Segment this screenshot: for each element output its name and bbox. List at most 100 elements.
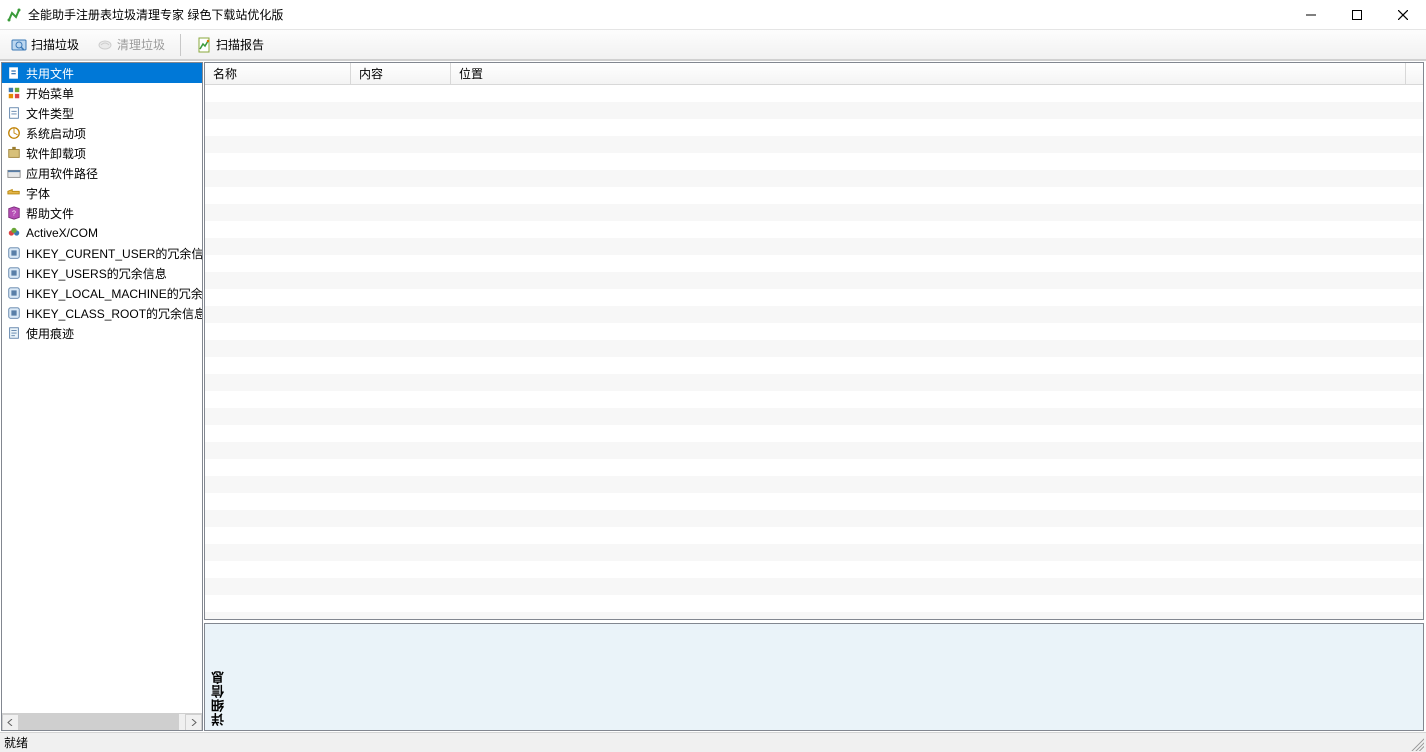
list-row-empty — [205, 459, 1423, 476]
start-menu-icon — [6, 85, 22, 101]
list-body[interactable] — [205, 85, 1423, 619]
sidebar-item-label: 系统启动项 — [26, 125, 86, 142]
sidebar-item-label: HKEY_USERS的冗余信息 — [26, 265, 167, 282]
report-label: 扫描报告 — [216, 36, 264, 53]
registry-key-icon — [6, 245, 22, 261]
app-icon — [6, 7, 22, 23]
main-area: 共用文件开始菜单文件类型系统启动项软件卸载项应用软件路径字体? 帮助文件 Activ… — [0, 60, 1426, 732]
sidebar-item-7[interactable]: ? 帮助文件 — [2, 203, 202, 223]
list-row-empty — [205, 561, 1423, 578]
help-file-icon: ? — [6, 205, 22, 221]
list-row-empty — [205, 272, 1423, 289]
window-title: 全能助手注册表垃圾清理专家 绿色下载站优化版 — [28, 6, 1288, 23]
startup-icon — [6, 125, 22, 141]
sidebar-item-10[interactable]: HKEY_USERS的冗余信息 — [2, 263, 202, 283]
shared-file-icon — [6, 65, 22, 81]
sidebar-item-label: HKEY_CLASS_ROOT的冗余信息 — [26, 305, 202, 322]
list-row-empty — [205, 85, 1423, 102]
details-panel: 详细信息 — [204, 623, 1424, 731]
details-label: 详细信息 — [209, 670, 228, 726]
list-row-empty — [205, 119, 1423, 136]
results-list[interactable]: 名称内容位置 — [204, 62, 1424, 620]
column-header-2[interactable]: 位置 — [451, 63, 1406, 84]
history-icon — [6, 325, 22, 341]
resize-grip[interactable] — [1408, 735, 1424, 751]
category-sidebar: 共用文件开始菜单文件类型系统启动项软件卸载项应用软件路径字体? 帮助文件 Activ… — [1, 62, 203, 731]
registry-key-icon — [6, 285, 22, 301]
svg-text:?: ? — [12, 211, 16, 218]
list-row-empty — [205, 204, 1423, 221]
list-row-empty — [205, 153, 1423, 170]
sidebar-item-label: 共用文件 — [26, 65, 74, 82]
list-row-empty — [205, 340, 1423, 357]
sidebar-item-label: HKEY_CURENT_USER的冗余信息 — [26, 245, 202, 262]
list-row-empty — [205, 544, 1423, 561]
sidebar-item-3[interactable]: 系统启动项 — [2, 123, 202, 143]
toolbar-separator — [180, 34, 181, 56]
sidebar-item-5[interactable]: 应用软件路径 — [2, 163, 202, 183]
sidebar-item-1[interactable]: 开始菜单 — [2, 83, 202, 103]
sidebar-item-label: HKEY_LOCAL_MACHINE的冗余信息 — [26, 285, 202, 302]
activex-icon — [6, 225, 22, 241]
scroll-right-arrow[interactable] — [185, 714, 202, 731]
maximize-button[interactable] — [1334, 0, 1380, 29]
font-icon — [6, 185, 22, 201]
file-type-icon — [6, 105, 22, 121]
sidebar-item-label: 文件类型 — [26, 105, 74, 122]
list-row-empty — [205, 374, 1423, 391]
sidebar-item-label: 帮助文件 — [26, 205, 74, 222]
scan-button[interactable]: 扫描垃圾 — [4, 33, 86, 56]
minimize-button[interactable] — [1288, 0, 1334, 29]
sidebar-item-11[interactable]: HKEY_LOCAL_MACHINE的冗余信息 — [2, 283, 202, 303]
column-header-1[interactable]: 内容 — [351, 63, 451, 84]
clean-label: 清理垃圾 — [117, 36, 165, 53]
sidebar-horizontal-scrollbar[interactable] — [2, 713, 202, 730]
list-row-empty — [205, 476, 1423, 493]
list-row-empty — [205, 391, 1423, 408]
list-row-empty — [205, 408, 1423, 425]
titlebar: 全能助手注册表垃圾清理专家 绿色下载站优化版 — [0, 0, 1426, 30]
column-header-0[interactable]: 名称 — [205, 63, 351, 84]
list-row-empty — [205, 442, 1423, 459]
list-header: 名称内容位置 — [205, 63, 1423, 85]
sidebar-item-13[interactable]: 使用痕迹 — [2, 323, 202, 343]
category-tree[interactable]: 共用文件开始菜单文件类型系统启动项软件卸载项应用软件路径字体? 帮助文件 Activ… — [2, 63, 202, 713]
scan-icon — [11, 37, 27, 53]
scroll-thumb[interactable] — [19, 714, 179, 731]
sidebar-item-0[interactable]: 共用文件 — [2, 63, 202, 83]
sidebar-item-2[interactable]: 文件类型 — [2, 103, 202, 123]
list-row-empty — [205, 323, 1423, 340]
registry-key-icon — [6, 265, 22, 281]
list-row-empty — [205, 187, 1423, 204]
report-button[interactable]: 扫描报告 — [189, 33, 271, 56]
list-row-empty — [205, 306, 1423, 323]
sidebar-item-4[interactable]: 软件卸载项 — [2, 143, 202, 163]
report-icon — [196, 37, 212, 53]
sidebar-item-label: 应用软件路径 — [26, 165, 98, 182]
toolbar: 扫描垃圾 清理垃圾 扫描报告 — [0, 30, 1426, 60]
list-row-empty — [205, 170, 1423, 187]
sidebar-item-9[interactable]: HKEY_CURENT_USER的冗余信息 — [2, 243, 202, 263]
sidebar-item-12[interactable]: HKEY_CLASS_ROOT的冗余信息 — [2, 303, 202, 323]
list-row-empty — [205, 102, 1423, 119]
list-row-empty — [205, 578, 1423, 595]
uninstall-icon — [6, 145, 22, 161]
registry-key-icon — [6, 305, 22, 321]
scroll-left-arrow[interactable] — [2, 714, 19, 731]
sidebar-item-label: 使用痕迹 — [26, 325, 74, 342]
sidebar-item-label: ActiveX/COM — [26, 226, 98, 240]
list-row-empty — [205, 238, 1423, 255]
scroll-track[interactable] — [19, 714, 185, 731]
list-row-empty — [205, 595, 1423, 612]
sidebar-item-label: 开始菜单 — [26, 85, 74, 102]
list-row-empty — [205, 510, 1423, 527]
sidebar-item-8[interactable]: ActiveX/COM — [2, 223, 202, 243]
sidebar-item-6[interactable]: 字体 — [2, 183, 202, 203]
sidebar-item-label: 字体 — [26, 185, 50, 202]
list-row-empty — [205, 493, 1423, 510]
close-button[interactable] — [1380, 0, 1426, 29]
list-row-empty — [205, 612, 1423, 619]
sidebar-item-label: 软件卸载项 — [26, 145, 86, 162]
list-row-empty — [205, 425, 1423, 442]
right-panel: 名称内容位置 详细信息 — [204, 62, 1424, 731]
